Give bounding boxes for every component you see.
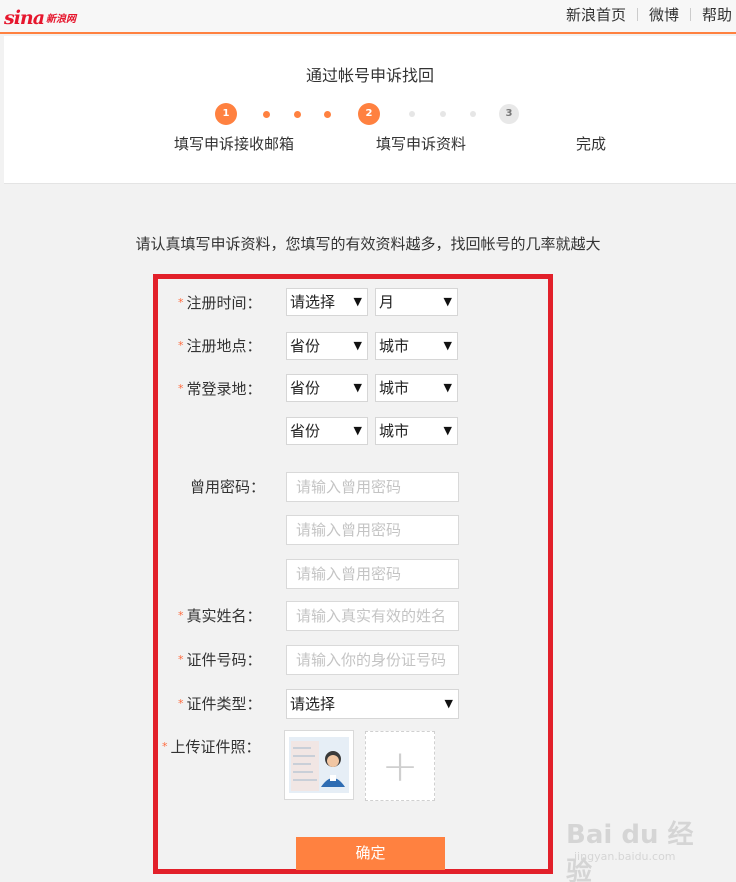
old-password-field-1[interactable]: [286, 472, 459, 502]
page-title: 通过帐号申诉找回: [305, 66, 434, 85]
watermark-url: jingyan.baidu.com: [574, 850, 676, 863]
login-province-value-2: 省份: [290, 422, 321, 440]
login-province-select-2[interactable]: 省份 ▼: [286, 417, 368, 445]
progress-header: 通过帐号申诉找回 1 2 3 填写申诉接收邮箱 填写申诉资料 完成: [4, 36, 736, 184]
step-3-label: 完成: [576, 135, 607, 153]
id-number-label-text: 证件号码：: [186, 651, 262, 669]
dropdown-arrow-icon: ▼: [353, 381, 362, 394]
id-type-label: * 证件类型：: [178, 693, 262, 714]
id-number-field[interactable]: [286, 645, 459, 675]
required-mark: *: [162, 740, 168, 753]
plus-icon: +: [381, 740, 419, 792]
login-city-select-1[interactable]: 城市 ▼: [375, 374, 458, 402]
reg-place-label-text: 注册地点：: [186, 337, 262, 355]
dropdown-arrow-icon: ▼: [443, 424, 452, 437]
reg-province-select[interactable]: 省份 ▼: [286, 332, 368, 360]
step-3-indicator: 3: [499, 104, 519, 124]
reg-time-label: * 注册时间：: [178, 292, 262, 313]
upload-id-label: * 上传证件照：: [162, 736, 261, 757]
old-password-input-1[interactable]: [287, 473, 458, 501]
progress-dot: [263, 111, 270, 118]
dropdown-arrow-icon: ▼: [353, 339, 362, 352]
login-province-select-1[interactable]: 省份 ▼: [286, 374, 368, 402]
step-2-indicator: 2: [358, 103, 380, 125]
reg-city-value: 城市: [379, 337, 410, 355]
id-type-select[interactable]: 请选择 ▼: [286, 689, 459, 719]
form-intro-text: 请认真填写申诉资料，您填写的有效资料越多，找回帐号的几率就越大: [135, 235, 601, 253]
real-name-input[interactable]: [287, 602, 458, 630]
required-mark: *: [178, 339, 184, 352]
id-card-icon: [289, 737, 349, 793]
sina-logo[interactable]: sina 新浪网: [4, 8, 76, 28]
reg-province-value: 省份: [290, 337, 321, 355]
real-name-label: * 真实姓名：: [178, 605, 262, 626]
required-mark: *: [178, 382, 184, 395]
upload-id-label-text: 上传证件照：: [170, 738, 261, 756]
dropdown-arrow-icon: ▼: [444, 697, 453, 710]
real-name-label-text: 真实姓名：: [186, 607, 262, 625]
id-type-value: 请选择: [290, 695, 336, 713]
old-password-field-3[interactable]: [286, 559, 459, 589]
dropdown-arrow-icon: ▼: [353, 424, 362, 437]
confirm-button[interactable]: 确定: [296, 837, 445, 870]
logo-cn-text: 新浪网: [46, 14, 77, 25]
reg-time-label-text: 注册时间：: [186, 294, 262, 312]
real-name-field[interactable]: [286, 601, 459, 631]
progress-dot: [409, 111, 415, 117]
login-city-value-2: 城市: [379, 422, 410, 440]
link-divider: [689, 8, 691, 21]
id-number-input[interactable]: [287, 646, 458, 674]
reg-year-select[interactable]: 请选择 ▼: [286, 288, 368, 316]
top-bar: sina 新浪网 新浪首页 微博 帮助: [0, 0, 736, 34]
id-number-label: * 证件号码：: [178, 649, 262, 670]
login-province-value-1: 省份: [290, 379, 321, 397]
reg-month-select[interactable]: 月 ▼: [375, 288, 458, 316]
logo-text: sina: [4, 7, 45, 29]
reg-year-value: 请选择: [290, 293, 336, 311]
link-divider: [636, 8, 638, 21]
dropdown-arrow-icon: ▼: [443, 295, 452, 308]
progress-dot: [470, 111, 476, 117]
reg-month-value: 月: [379, 293, 395, 311]
reg-city-select[interactable]: 城市 ▼: [375, 332, 458, 360]
required-mark: *: [178, 653, 184, 666]
required-mark: *: [178, 609, 184, 622]
id-photo-sample: [284, 730, 354, 800]
top-links: 新浪首页 微博 帮助: [566, 4, 732, 25]
dropdown-arrow-icon: ▼: [353, 295, 362, 308]
login-place-label: * 常登录地：: [178, 378, 262, 399]
old-password-input-3[interactable]: [287, 560, 458, 588]
dropdown-arrow-icon: ▼: [443, 381, 452, 394]
baidu-watermark: Bai du 经验 jingyan.baidu.com: [566, 808, 706, 882]
old-password-field-2[interactable]: [286, 515, 459, 545]
login-city-value-1: 城市: [379, 379, 410, 397]
step-1-label: 填写申诉接收邮箱: [174, 135, 295, 153]
progress-dot: [440, 111, 446, 117]
add-photo-button[interactable]: +: [365, 731, 435, 801]
dropdown-arrow-icon: ▼: [443, 339, 452, 352]
link-help[interactable]: 帮助: [702, 4, 732, 25]
progress-dot: [324, 111, 331, 118]
link-sina-home[interactable]: 新浪首页: [566, 4, 626, 25]
watermark-text: Bai du 经验: [566, 820, 694, 882]
old-password-input-2[interactable]: [287, 516, 458, 544]
link-weibo[interactable]: 微博: [649, 4, 679, 25]
reg-place-label: * 注册地点：: [178, 335, 262, 356]
step-2-label: 填写申诉资料: [376, 135, 467, 153]
progress-dot: [294, 111, 301, 118]
login-place-label-text: 常登录地：: [186, 380, 262, 398]
id-type-label-text: 证件类型：: [186, 695, 262, 713]
old-password-label: 曾用密码：: [190, 478, 266, 496]
login-city-select-2[interactable]: 城市 ▼: [375, 417, 458, 445]
required-mark: *: [178, 697, 184, 710]
step-1-indicator: 1: [215, 103, 237, 125]
required-mark: *: [178, 296, 184, 309]
